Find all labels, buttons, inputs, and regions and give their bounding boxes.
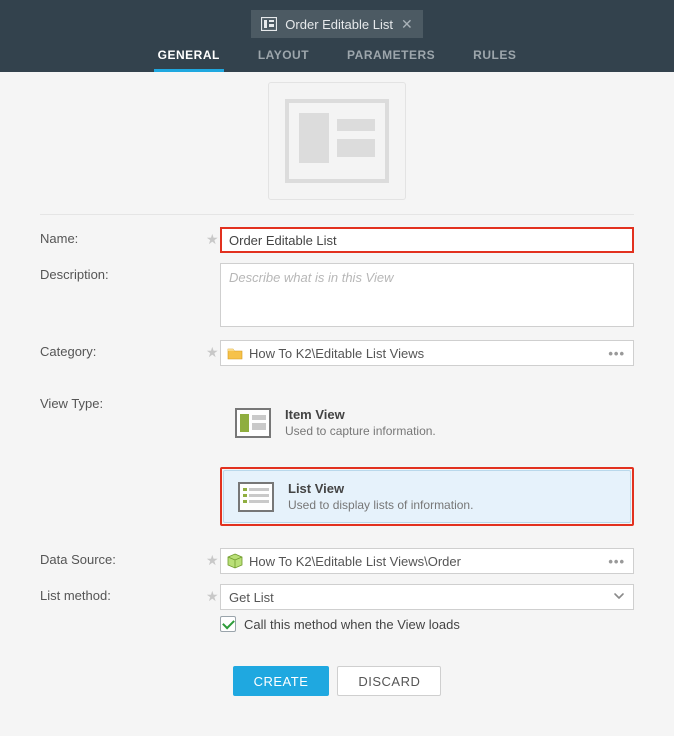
category-picker[interactable]: How To K2\Editable List Views ••• [220, 340, 634, 366]
required-star-icon: ★ [206, 584, 220, 605]
view-subtabs: GENERAL LAYOUT PARAMETERS RULES [0, 38, 674, 72]
general-form: Name: ★ Description: Category: ★ [0, 227, 674, 696]
viewtype-list-view[interactable]: List View Used to display lists of infor… [223, 470, 631, 523]
ellipsis-icon[interactable]: ••• [606, 554, 627, 569]
action-bar: CREATE DISCARD [40, 666, 634, 696]
call-on-load-row: Call this method when the View loads [220, 616, 634, 632]
view-preview-thumbnail [268, 82, 406, 200]
row-description: Description: [40, 263, 634, 330]
description-label: Description: [40, 263, 206, 282]
listmethod-value: Get List [229, 590, 613, 605]
required-star-icon: ★ [206, 340, 220, 361]
cube-icon [227, 553, 243, 569]
call-on-load-checkbox[interactable] [220, 616, 236, 632]
viewtype-item-view[interactable]: Item View Used to capture information. [220, 396, 634, 449]
section-divider [40, 214, 634, 215]
name-input[interactable] [220, 227, 634, 253]
list-view-icon [261, 17, 277, 31]
category-label: Category: [40, 340, 206, 359]
viewtype-item-subtitle: Used to capture information. [285, 424, 436, 438]
viewtype-label: View Type: [40, 392, 206, 411]
folder-icon [227, 346, 243, 360]
category-value: How To K2\Editable List Views [249, 346, 600, 361]
description-input[interactable] [220, 263, 634, 327]
item-view-icon [235, 408, 271, 438]
listmethod-label: List method: [40, 584, 206, 603]
viewtype-list-highlight: List View Used to display lists of infor… [220, 467, 634, 526]
datasource-value: How To K2\Editable List Views\Order [249, 554, 600, 569]
document-tab[interactable]: Order Editable List ✕ [251, 10, 422, 38]
row-category: Category: ★ How To K2\Editable List View… [40, 340, 634, 366]
name-label: Name: [40, 227, 206, 246]
list-view-option-icon [238, 482, 274, 512]
tab-general[interactable]: GENERAL [154, 40, 224, 72]
discard-button[interactable]: DISCARD [337, 666, 441, 696]
window-top-strip [0, 0, 674, 10]
row-name: Name: ★ [40, 227, 634, 253]
required-star-icon: ★ [206, 227, 220, 248]
chevron-down-icon [613, 590, 625, 605]
viewtype-item-title: Item View [285, 407, 436, 422]
datasource-label: Data Source: [40, 548, 206, 567]
close-icon[interactable]: ✕ [401, 17, 413, 31]
content-area: Name: ★ Description: Category: ★ [0, 72, 674, 736]
viewtype-list-title: List View [288, 481, 473, 496]
viewtype-list-subtitle: Used to display lists of information. [288, 498, 473, 512]
datasource-picker[interactable]: How To K2\Editable List Views\Order ••• [220, 548, 634, 574]
call-on-load-label: Call this method when the View loads [244, 617, 460, 632]
view-preview-area [0, 82, 674, 214]
tab-rules[interactable]: RULES [469, 40, 520, 72]
document-tab-title: Order Editable List [285, 17, 393, 32]
document-tabstrip: Order Editable List ✕ [0, 10, 674, 38]
ellipsis-icon[interactable]: ••• [606, 346, 627, 361]
row-listmethod: List method: ★ Get List Call this method… [40, 584, 634, 632]
row-datasource: Data Source: ★ How To K2\Editable List V… [40, 548, 634, 574]
create-button[interactable]: CREATE [233, 666, 330, 696]
tab-layout[interactable]: LAYOUT [254, 40, 313, 72]
tab-parameters[interactable]: PARAMETERS [343, 40, 439, 72]
required-star-icon: ★ [206, 548, 220, 569]
listmethod-select[interactable]: Get List [220, 584, 634, 610]
row-viewtype: View Type: Item View Used to capt [40, 392, 634, 526]
